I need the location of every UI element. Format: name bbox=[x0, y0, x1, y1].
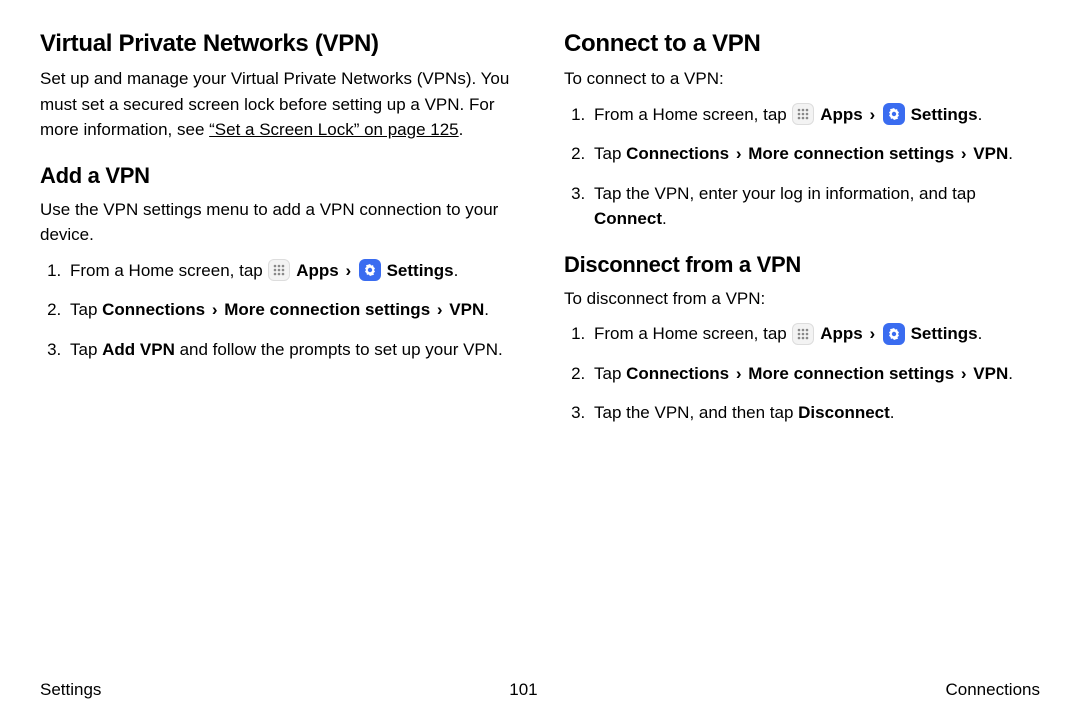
step-text: Tap bbox=[70, 300, 102, 319]
step-text: . bbox=[454, 261, 459, 280]
settings-label: Settings bbox=[911, 324, 978, 343]
step-text: . bbox=[1008, 364, 1013, 383]
connect-label: Connect bbox=[594, 209, 662, 228]
list-item: Tap the VPN, enter your log in informati… bbox=[590, 181, 1040, 232]
left-column: Virtual Private Networks (VPN) Set up an… bbox=[40, 30, 516, 666]
step-text: . bbox=[978, 324, 983, 343]
path-connections: Connections bbox=[102, 300, 205, 319]
path-more-connection-settings: More connection settings bbox=[224, 300, 430, 319]
add-vpn-steps: From a Home screen, tap Apps › Settings.… bbox=[40, 258, 516, 363]
add-vpn-intro: Use the VPN settings menu to add a VPN c… bbox=[40, 197, 516, 248]
settings-label: Settings bbox=[911, 105, 978, 124]
apps-label: Apps bbox=[820, 105, 863, 124]
footer-section-right: Connections bbox=[945, 680, 1040, 700]
step-text: Tap the VPN, enter your log in informati… bbox=[594, 184, 976, 203]
chevron-right-icon: › bbox=[345, 258, 351, 284]
step-text: Tap the VPN, and then tap bbox=[594, 403, 798, 422]
path-vpn: VPN bbox=[973, 144, 1008, 163]
vpn-intro-text-b: . bbox=[459, 120, 464, 139]
heading-vpn: Virtual Private Networks (VPN) bbox=[40, 30, 516, 58]
step-text: . bbox=[1008, 144, 1013, 163]
step-text: From a Home screen, tap bbox=[70, 261, 267, 280]
step-text: . bbox=[662, 209, 667, 228]
add-vpn-label: Add VPN bbox=[102, 340, 175, 359]
path-connections: Connections bbox=[626, 144, 729, 163]
chevron-right-icon: › bbox=[736, 141, 742, 167]
step-text: . bbox=[890, 403, 895, 422]
chevron-right-icon: › bbox=[736, 361, 742, 387]
list-item: Tap Connections › More connection settin… bbox=[590, 361, 1040, 387]
chevron-right-icon: › bbox=[869, 321, 875, 347]
step-text: and follow the prompts to set up your VP… bbox=[175, 340, 503, 359]
step-text: Tap bbox=[70, 340, 102, 359]
vpn-intro: Set up and manage your Virtual Private N… bbox=[40, 66, 516, 143]
heading-disconnect-vpn: Disconnect from a VPN bbox=[564, 252, 1040, 278]
chevron-right-icon: › bbox=[869, 102, 875, 128]
apps-icon bbox=[268, 259, 290, 281]
heading-add-vpn: Add a VPN bbox=[40, 163, 516, 189]
path-connections: Connections bbox=[626, 364, 729, 383]
step-text: From a Home screen, tap bbox=[594, 105, 791, 124]
chevron-right-icon: › bbox=[212, 297, 218, 323]
apps-icon bbox=[792, 103, 814, 125]
disconnect-intro: To disconnect from a VPN: bbox=[564, 286, 1040, 312]
step-text: . bbox=[978, 105, 983, 124]
settings-icon bbox=[883, 103, 905, 125]
path-vpn: VPN bbox=[449, 300, 484, 319]
settings-icon bbox=[359, 259, 381, 281]
list-item: From a Home screen, tap Apps › Settings. bbox=[590, 321, 1040, 347]
apps-label: Apps bbox=[820, 324, 863, 343]
footer-page-number: 101 bbox=[509, 680, 537, 700]
step-text: Tap bbox=[594, 144, 626, 163]
settings-label: Settings bbox=[387, 261, 454, 280]
list-item: From a Home screen, tap Apps › Settings. bbox=[590, 102, 1040, 128]
list-item: Tap Add VPN and follow the prompts to se… bbox=[66, 337, 516, 363]
chevron-right-icon: › bbox=[961, 141, 967, 167]
apps-icon bbox=[792, 323, 814, 345]
list-item: Tap Connections › More connection settin… bbox=[66, 297, 516, 323]
heading-connect-vpn: Connect to a VPN bbox=[564, 30, 1040, 58]
apps-label: Apps bbox=[296, 261, 339, 280]
list-item: From a Home screen, tap Apps › Settings. bbox=[66, 258, 516, 284]
right-column: Connect to a VPN To connect to a VPN: Fr… bbox=[564, 30, 1040, 666]
step-text: Tap bbox=[594, 364, 626, 383]
connect-intro: To connect to a VPN: bbox=[564, 66, 1040, 92]
step-text: . bbox=[484, 300, 489, 319]
list-item: Tap Connections › More connection settin… bbox=[590, 141, 1040, 167]
list-item: Tap the VPN, and then tap Disconnect. bbox=[590, 400, 1040, 426]
chevron-right-icon: › bbox=[437, 297, 443, 323]
path-more-connection-settings: More connection settings bbox=[748, 144, 954, 163]
link-set-screen-lock[interactable]: “Set a Screen Lock” on page 125 bbox=[209, 120, 459, 139]
footer-section-left: Settings bbox=[40, 680, 101, 700]
disconnect-label: Disconnect bbox=[798, 403, 890, 422]
page-footer: Settings 101 Connections bbox=[40, 666, 1040, 700]
path-vpn: VPN bbox=[973, 364, 1008, 383]
disconnect-vpn-steps: From a Home screen, tap Apps › Settings.… bbox=[564, 321, 1040, 426]
settings-icon bbox=[883, 323, 905, 345]
path-more-connection-settings: More connection settings bbox=[748, 364, 954, 383]
connect-vpn-steps: From a Home screen, tap Apps › Settings.… bbox=[564, 102, 1040, 232]
chevron-right-icon: › bbox=[961, 361, 967, 387]
step-text: From a Home screen, tap bbox=[594, 324, 791, 343]
